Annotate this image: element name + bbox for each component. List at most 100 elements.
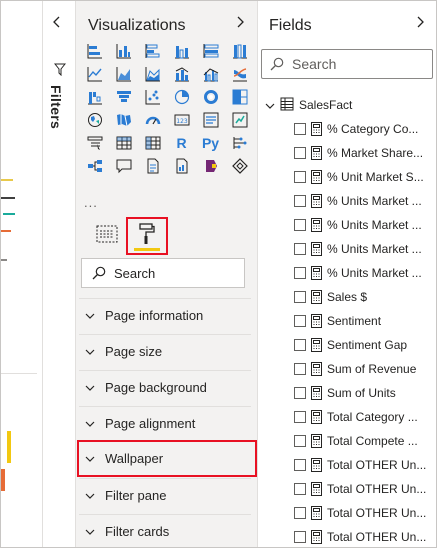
donut-chart-icon[interactable] (197, 85, 224, 108)
filled-map-icon[interactable] (110, 108, 137, 131)
field-checkbox[interactable] (294, 147, 306, 159)
report-canvas[interactable] (1, 1, 43, 547)
field-checkbox[interactable] (294, 531, 306, 543)
field-item[interactable]: Sum of Revenue (294, 358, 434, 380)
field-checkbox[interactable] (294, 315, 306, 327)
filters-label[interactable]: Filters (48, 85, 64, 129)
chevron-down-icon[interactable] (265, 98, 275, 112)
chevron-down-icon (85, 493, 95, 499)
line-chart-icon[interactable] (81, 62, 108, 85)
gauge-icon[interactable] (139, 108, 166, 131)
format-page-tab[interactable] (126, 217, 168, 255)
field-item[interactable]: % Market Share... (294, 142, 434, 164)
fields-search-input[interactable]: Search (261, 49, 433, 79)
field-checkbox[interactable] (294, 267, 306, 279)
python-visual-icon[interactable]: Py (197, 131, 224, 154)
slicer-icon[interactable] (81, 131, 108, 154)
smart-narrative-icon[interactable] (139, 154, 166, 177)
area-chart-icon[interactable] (110, 62, 137, 85)
field-item[interactable]: % Units Market ... (294, 190, 434, 212)
field-checkbox[interactable] (294, 339, 306, 351)
card-icon[interactable]: 123 (168, 108, 195, 131)
measure-calculator-icon (311, 266, 322, 280)
line-and-clustered-column-chart-icon[interactable] (197, 62, 224, 85)
table-icon[interactable] (110, 131, 137, 154)
matrix-icon[interactable] (139, 131, 166, 154)
field-item[interactable]: Sentiment (294, 310, 434, 332)
field-checkbox[interactable] (294, 243, 306, 255)
section-page-size[interactable]: Page size (79, 334, 251, 368)
kpi-icon[interactable] (226, 108, 253, 131)
field-item[interactable]: % Units Market ... (294, 214, 434, 236)
section-filter-pane[interactable]: Filter pane (79, 478, 251, 512)
field-label: % Units Market ... (327, 194, 422, 208)
chevron-right-icon[interactable] (416, 15, 424, 31)
field-item[interactable]: Sum of Units (294, 382, 434, 404)
field-item[interactable]: Total OTHER Un... (294, 478, 434, 500)
section-wallpaper[interactable]: Wallpaper (77, 440, 257, 477)
section-page-background[interactable]: Page background (79, 370, 251, 404)
field-checkbox[interactable] (294, 363, 306, 375)
table-node-salesfact[interactable]: SalesFact (265, 95, 357, 115)
power-automate-icon[interactable] (226, 154, 253, 177)
field-checkbox[interactable] (294, 459, 306, 471)
clustered-column-chart-icon[interactable] (168, 39, 195, 62)
waterfall-chart-icon[interactable] (81, 85, 108, 108)
field-checkbox[interactable] (294, 387, 306, 399)
field-item[interactable]: Sales $ (294, 286, 434, 308)
format-search-input[interactable]: Search (81, 258, 245, 288)
field-checkbox[interactable] (294, 171, 306, 183)
field-label: % Category Co... (327, 122, 419, 136)
decomposition-tree-icon[interactable] (81, 154, 108, 177)
field-checkbox[interactable] (294, 291, 306, 303)
field-item[interactable]: % Category Co... (294, 118, 434, 140)
ribbon-chart-icon[interactable] (226, 62, 253, 85)
field-checkbox[interactable] (294, 435, 306, 447)
line-and-column-chart-icon[interactable] (168, 62, 195, 85)
100-stacked-bar-chart-icon[interactable] (197, 39, 224, 62)
multi-row-card-icon[interactable] (197, 108, 224, 131)
section-page-alignment[interactable]: Page alignment (79, 406, 251, 440)
chevron-right-icon[interactable] (236, 15, 244, 31)
field-checkbox[interactable] (294, 219, 306, 231)
field-checkbox[interactable] (294, 123, 306, 135)
field-item[interactable]: % Units Market ... (294, 238, 434, 260)
treemap-icon[interactable] (226, 85, 253, 108)
field-checkbox[interactable] (294, 411, 306, 423)
section-filter-cards[interactable]: Filter cards (79, 514, 251, 547)
field-item[interactable]: Total OTHER Un... (294, 502, 434, 524)
100-stacked-column-chart-icon[interactable] (226, 39, 253, 62)
stacked-area-chart-icon[interactable] (139, 62, 166, 85)
field-label: Total OTHER Un... (327, 482, 427, 496)
filters-pane[interactable]: Filters (43, 1, 76, 547)
field-item[interactable]: Total OTHER Un... (294, 526, 434, 547)
build-visual-tab[interactable] (86, 217, 128, 255)
more-visuals-button[interactable]: ... (84, 195, 98, 210)
field-item[interactable]: Total OTHER Un... (294, 454, 434, 476)
power-apps-icon[interactable] (197, 154, 224, 177)
scatter-chart-icon[interactable] (139, 85, 166, 108)
qa-icon[interactable] (110, 154, 137, 177)
paginated-report-icon[interactable] (168, 154, 195, 177)
measure-calculator-icon (311, 506, 322, 520)
r-visual-icon[interactable]: R (168, 131, 195, 154)
clustered-bar-chart-icon[interactable] (139, 39, 166, 62)
field-item[interactable]: Sentiment Gap (294, 334, 434, 356)
fields-search-placeholder: Search (292, 56, 337, 72)
field-item[interactable]: % Units Market ... (294, 262, 434, 284)
field-item[interactable]: % Unit Market S... (294, 166, 434, 188)
field-checkbox[interactable] (294, 483, 306, 495)
field-label: Sentiment (327, 314, 382, 328)
map-icon[interactable] (81, 108, 108, 131)
field-item[interactable]: Total Compete ... (294, 430, 434, 452)
field-item[interactable]: Total Category ... (294, 406, 434, 428)
chevron-left-icon[interactable] (53, 15, 61, 31)
key-influencers-icon[interactable] (226, 131, 253, 154)
pie-chart-icon[interactable] (168, 85, 195, 108)
stacked-bar-chart-icon[interactable] (81, 39, 108, 62)
stacked-column-chart-icon[interactable] (110, 39, 137, 62)
field-checkbox[interactable] (294, 507, 306, 519)
section-page-information[interactable]: Page information (79, 298, 251, 332)
field-checkbox[interactable] (294, 195, 306, 207)
funnel-icon[interactable] (110, 85, 137, 108)
